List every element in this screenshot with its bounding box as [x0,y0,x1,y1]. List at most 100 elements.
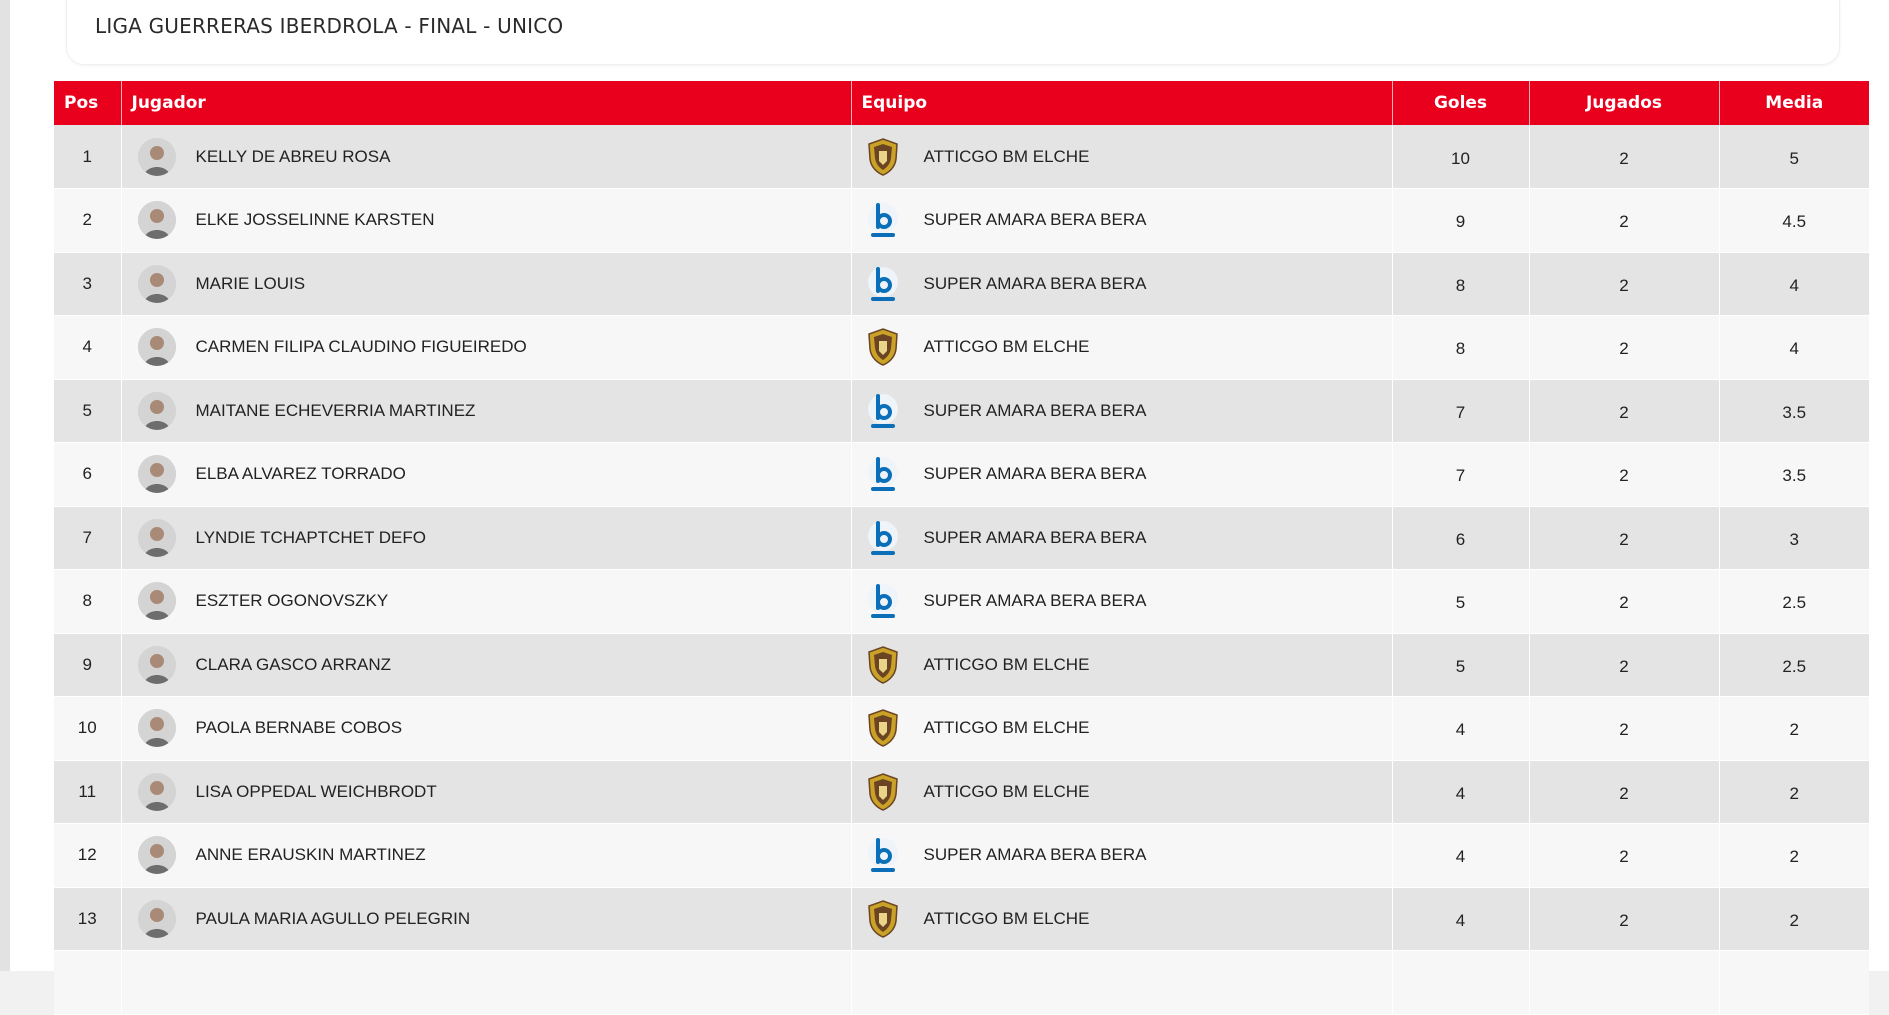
team-logo[interactable] [866,518,904,558]
cell-goals: 9 [1392,188,1530,253]
team-name[interactable]: SUPER AMARA BERA BERA [924,845,1147,865]
player-name[interactable]: CARMEN FILIPA CLAUDINO FIGUEIREDO [196,337,527,357]
player-name[interactable]: LISA OPPEDAL WEICHBRODT [196,782,437,802]
player-name[interactable]: LYNDIE TCHAPTCHET DEFO [196,528,426,548]
player-name[interactable]: PAULA MARIA AGULLO PELEGRIN [196,909,471,929]
player-name[interactable]: MAITANE ECHEVERRIA MARTINEZ [196,401,476,421]
goals-value: 9 [1455,212,1466,232]
cell-team: ATTICGO BM ELCHE [851,315,1393,380]
team-name[interactable]: ATTICGO BM ELCHE [924,718,1090,738]
player-avatar[interactable] [137,201,176,240]
team-logo[interactable] [866,391,904,431]
player-name[interactable]: ANNE ERAUSKIN MARTINEZ [196,845,426,865]
team-name[interactable]: SUPER AMARA BERA BERA [924,274,1147,294]
col-header-average[interactable]: Media [1719,81,1869,125]
team-name[interactable]: ATTICGO BM ELCHE [924,655,1090,675]
team-logo[interactable] [866,899,904,939]
cell-average: 3 [1719,506,1869,570]
scorers-table-wrap: Pos Jugador Equipo Goles Jugados Media 1 [54,81,1869,1015]
cell-played: 2 [1529,252,1720,316]
team-name[interactable]: SUPER AMARA BERA BERA [924,528,1147,548]
team-logo[interactable] [866,708,904,748]
cell-average: 2 [1719,887,1869,951]
team-name[interactable]: ATTICGO BM ELCHE [924,909,1090,929]
team-logo[interactable] [866,835,904,875]
team-logo[interactable] [866,137,904,177]
table-row[interactable]: 1 KELLY DE ABREU ROSA ATTICGO BM ELCHE 1… [54,125,1869,189]
player-avatar[interactable] [137,264,176,303]
player-avatar[interactable] [137,137,176,176]
table-row[interactable]: 8 ESZTER OGONOVSZKY SUPER AMARA BERA BER… [54,569,1869,634]
average-value: 5 [1789,148,1799,168]
team-wrap: ATTICGO BM ELCHE [852,708,1392,748]
team-logo[interactable] [866,581,904,621]
avatar-silhouette-icon [137,836,176,875]
cell-pos: 1 [54,125,122,189]
cell-pos: 9 [54,633,122,697]
table-row[interactable]: 13 PAULA MARIA AGULLO PELEGRIN ATTICGO B… [54,887,1869,951]
player-name[interactable]: ELKE JOSSELINNE KARSTEN [196,210,435,230]
player-name[interactable]: MARIE LOUIS [196,274,306,294]
goals-value: 6 [1455,529,1466,549]
player-name[interactable]: KELLY DE ABREU ROSA [196,147,391,167]
col-header-goals[interactable]: Goles [1392,81,1530,125]
team-name[interactable]: ATTICGO BM ELCHE [924,782,1090,802]
goals-value: 4 [1455,847,1466,867]
played-value: 2 [1619,402,1629,422]
cell-goals: 8 [1392,252,1530,316]
player-name[interactable]: CLARA GASCO ARRANZ [196,655,392,675]
col-header-pos[interactable]: Pos [54,81,122,125]
table-row[interactable]: 10 PAOLA BERNABE COBOS ATTICGO BM ELCHE … [54,696,1869,761]
table-row[interactable]: 4 CARMEN FILIPA CLAUDINO FIGUEIREDO ATTI… [54,315,1869,380]
player-avatar[interactable] [137,709,176,748]
pos-value: 12 [77,845,97,865]
team-name[interactable]: ATTICGO BM ELCHE [924,147,1090,167]
player-name[interactable]: ELBA ALVAREZ TORRADO [196,464,406,484]
player-name[interactable]: ESZTER OGONOVSZKY [196,591,389,611]
player-avatar[interactable] [137,899,176,938]
table-row[interactable]: 11 LISA OPPEDAL WEICHBRODT ATTICGO BM EL… [54,760,1869,824]
player-avatar[interactable] [137,518,176,557]
team-name[interactable]: SUPER AMARA BERA BERA [924,210,1147,230]
table-row[interactable]: 12 ANNE ERAUSKIN MARTINEZ SUPER AMARA BE… [54,823,1869,888]
player-avatar[interactable] [137,772,176,811]
table-row[interactable]: 2 ELKE JOSSELINNE KARSTEN SUPER AMARA BE… [54,188,1869,253]
cell-played: 2 [1529,506,1720,570]
cell-played: 2 [1529,887,1720,951]
player-wrap: CLARA GASCO ARRANZ [122,645,851,684]
cell-played: 2 [1529,760,1720,824]
average-value: 4.5 [1782,212,1807,232]
team-logo[interactable] [866,454,904,494]
team-name[interactable]: SUPER AMARA BERA BERA [924,401,1147,421]
cell-team: SUPER AMARA BERA BERA [851,252,1393,316]
col-header-player[interactable]: Jugador [121,81,852,125]
partial-cell [1719,950,1869,1015]
col-header-team[interactable]: Equipo [851,81,1393,125]
col-header-played[interactable]: Jugados [1529,81,1720,125]
goals-value: 7 [1455,402,1466,422]
table-row[interactable]: 5 MAITANE ECHEVERRIA MARTINEZ SUPER AMAR… [54,379,1869,443]
player-avatar[interactable] [137,836,176,875]
player-name[interactable]: PAOLA BERNABE COBOS [196,718,403,738]
player-avatar[interactable] [137,582,176,621]
table-row[interactable]: 3 MARIE LOUIS SUPER AMARA BERA BERA 8 2 [54,252,1869,316]
team-name[interactable]: SUPER AMARA BERA BERA [924,591,1147,611]
player-avatar[interactable] [137,645,176,684]
team-logo[interactable] [866,264,904,304]
avatar-silhouette-icon [137,455,176,494]
team-logo[interactable] [866,772,904,812]
table-row[interactable]: 9 CLARA GASCO ARRANZ ATTICGO BM ELCHE 5 [54,633,1869,697]
player-avatar[interactable] [137,455,176,494]
team-logo[interactable] [866,327,904,367]
player-avatar[interactable] [137,391,176,430]
cell-average: 3.5 [1719,379,1869,443]
bera-bera-logo-icon [867,266,898,301]
pos-value: 11 [78,781,97,801]
table-row[interactable]: 7 LYNDIE TCHAPTCHET DEFO SUPER AMARA BER… [54,506,1869,570]
table-row[interactable]: 6 ELBA ALVAREZ TORRADO SUPER AMARA BERA … [54,442,1869,507]
player-avatar[interactable] [137,328,176,367]
team-name[interactable]: ATTICGO BM ELCHE [924,337,1090,357]
team-name[interactable]: SUPER AMARA BERA BERA [924,464,1147,484]
team-logo[interactable] [866,200,904,240]
team-logo[interactable] [866,645,904,685]
